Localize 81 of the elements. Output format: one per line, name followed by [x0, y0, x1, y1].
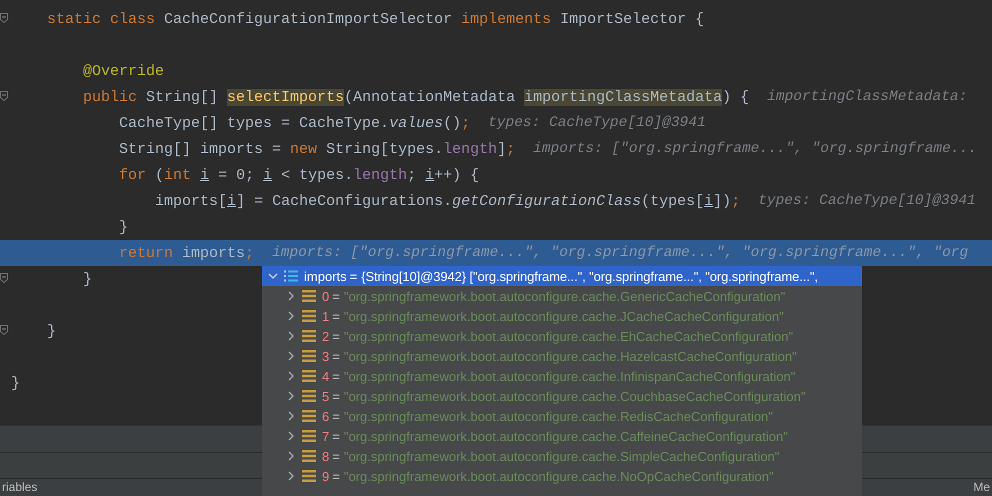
code-token: static class [46, 10, 156, 28]
code-token: length [353, 166, 408, 184]
code-token: CacheType[] types = CacheType. [118, 114, 390, 132]
code-token: selectImports [227, 88, 344, 106]
tree-row[interactable]: 4 = "org.springframework.boot.autoconfigure.cache.InfinispanCacheConfiguration" [262, 366, 862, 386]
code-token: ; [245, 244, 254, 262]
field-icon [302, 370, 316, 382]
code-token: (types[ [641, 192, 704, 210]
code-token: imports [182, 244, 246, 262]
code-token: ; [461, 114, 470, 132]
code-token: public [82, 88, 138, 106]
code-token: ; [506, 140, 516, 158]
field-icon [302, 290, 316, 302]
code-token: (AnnotationMetadata [344, 88, 516, 106]
code-token: i [200, 166, 210, 184]
code-token: implements [461, 10, 552, 28]
code-token: } [11, 374, 20, 392]
code-token: i [704, 192, 714, 210]
tree-row[interactable]: 0 = "org.springframework.boot.autoconfigure.cache.GenericCacheConfiguration" [262, 286, 862, 306]
code-token: ++) { [434, 166, 480, 184]
code-token: String[] [146, 88, 220, 106]
code-token: new [290, 140, 318, 158]
tree-row[interactable]: 1 = "org.springframework.boot.autoconfigure.cache.JCacheCacheConfiguration" [262, 306, 862, 326]
code-token: values [389, 114, 444, 132]
fold-marker-icon[interactable] [0, 325, 8, 335]
code-token: getConfigurationClass [452, 192, 642, 210]
chevron-down-icon[interactable] [268, 271, 278, 281]
field-icon [302, 390, 316, 402]
code-token: i [425, 166, 434, 184]
code-token: i [227, 192, 236, 210]
field-icon [302, 450, 316, 462]
code-token: ] [497, 140, 506, 158]
code-token: int [164, 166, 192, 184]
code-token: length [443, 140, 498, 158]
inline-value-hint: imports: ["org.springframe...", "org.springframe...", "org.springframe...", "org [272, 245, 968, 261]
field-icon [302, 330, 316, 342]
field-icon [302, 310, 316, 322]
code-token: imports[ [154, 192, 228, 210]
tree-row[interactable]: 2 = "org.springframework.boot.autoconfigure.cache.EhCacheCacheConfiguration" [262, 326, 862, 346]
code-token: ; [407, 166, 418, 184]
code-token: } [118, 218, 128, 236]
code-token: String[] imports = [118, 140, 282, 158]
tree-row[interactable]: 3 = "org.springframework.boot.autoconfigure.cache.HazelcastCacheConfiguration" [262, 346, 862, 366]
inline-value-hint: imports: ["org.springframe...", "org.springframe... [533, 141, 977, 157]
tree-row[interactable]: 9 = "org.springframework.boot.autoconfigure.cache.NoOpCacheConfiguration" [262, 466, 862, 486]
fold-marker-icon[interactable] [0, 91, 8, 101]
fold-marker-icon[interactable] [0, 273, 8, 283]
code-token: ] = CacheConfigurations. [236, 192, 452, 210]
panel-tab[interactable]: Me [971, 479, 992, 496]
tree-row[interactable]: 5 = "org.springframework.boot.autoconfigure.cache.CouchbaseCacheConfiguration" [262, 386, 862, 406]
array-icon [284, 270, 298, 282]
field-icon [302, 410, 316, 422]
code-token: } [82, 270, 92, 288]
tree-row[interactable]: 7 = "org.springframework.boot.autoconfigure.cache.CaffeineCacheConfiguration" [262, 426, 862, 446]
code-token: CacheConfigurationImportSelector [164, 10, 454, 28]
code-token: for [118, 166, 148, 184]
code-token: ( [155, 166, 164, 184]
field-icon [302, 430, 316, 442]
code-token: ; [731, 192, 740, 210]
code-token: @Override [82, 62, 164, 80]
tree-row[interactable]: 6 = "org.springframework.boot.autoconfigure.cache.RedisCacheConfiguration" [262, 406, 862, 426]
inline-value-hint: types: CacheType[10]@3941 [758, 193, 976, 209]
code-token: ) { [722, 88, 750, 106]
tree-row[interactable]: 8 = "org.springframework.boot.autoconfigure.cache.SimpleCacheConfiguration" [262, 446, 862, 466]
code-token: i [263, 166, 272, 184]
inline-value-hint: types: CacheType[10]@3941 [488, 115, 706, 131]
code-token: return [118, 244, 174, 262]
panel-tab[interactable]: riables [0, 479, 40, 496]
tree-row[interactable]: imports = {String[10]@3942} ["org.springframe...", "org.springframe...", "org.springframe...", [262, 266, 862, 286]
fold-marker-icon[interactable] [0, 13, 8, 23]
code-token: < types. [280, 166, 354, 184]
code-token: } [46, 322, 56, 340]
code-token: ImportSelector { [560, 10, 704, 28]
field-icon [302, 470, 316, 482]
code-token: ]) [713, 192, 732, 210]
code-token: importingClassMetadata [524, 88, 722, 106]
field-icon [302, 350, 316, 362]
code-token: () [443, 114, 462, 132]
code-token: = 0; [217, 166, 256, 184]
inline-value-hint: importingClassMetadata: [767, 89, 968, 105]
code-token: String[types. [326, 140, 444, 158]
